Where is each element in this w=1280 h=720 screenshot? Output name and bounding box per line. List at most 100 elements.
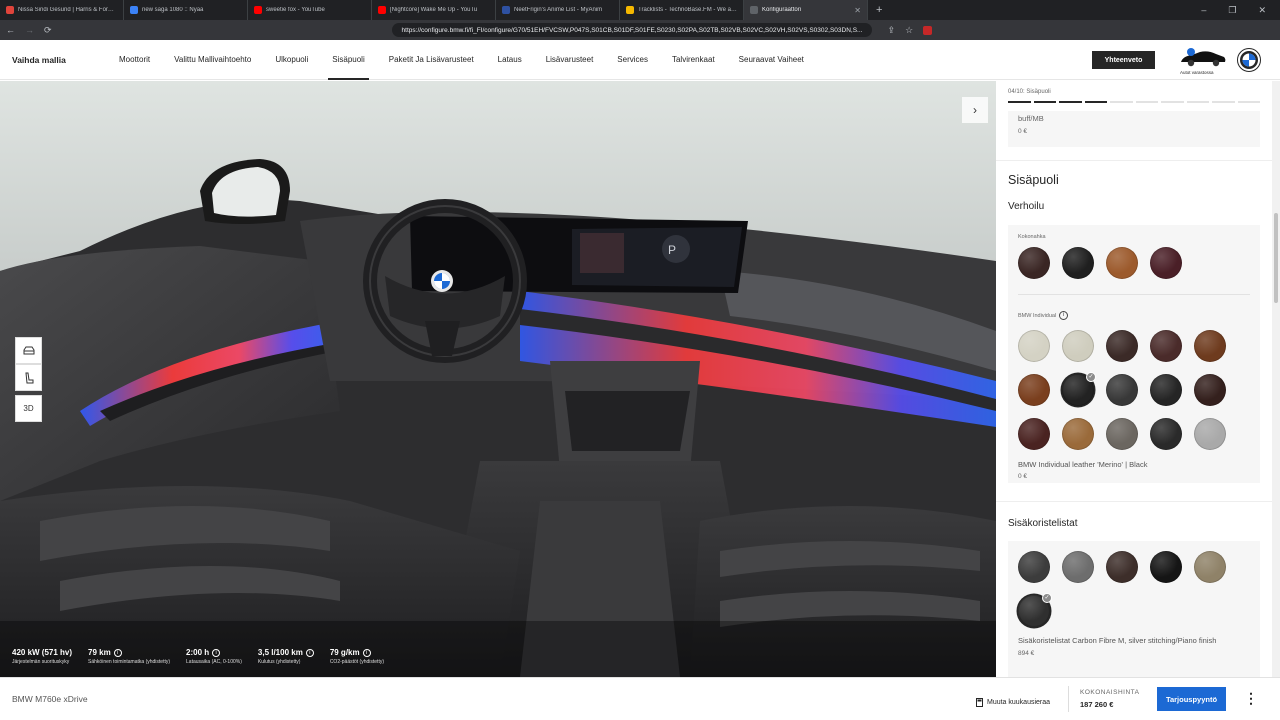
upholstery-swatch[interactable] — [1018, 247, 1050, 279]
nav-item[interactable]: Lataus — [486, 40, 534, 80]
spec-item: 79 km i Sähköinen toimintamatka (yhdistett… — [88, 648, 186, 665]
info-icon[interactable]: i — [362, 648, 371, 657]
selected-check-icon: ✓ — [1086, 372, 1096, 382]
group-label-individual: BMW Individual i — [1018, 311, 1069, 320]
progress-segment — [1008, 101, 1031, 103]
view-3d-button[interactable]: 3D — [15, 395, 42, 422]
browser-tab[interactable]: Nissa Sindi Gesund | Harris & Ford R — [0, 0, 124, 20]
upholstery-swatch[interactable] — [1194, 418, 1226, 450]
view-exterior-button[interactable] — [15, 337, 42, 364]
info-icon[interactable]: i — [212, 648, 221, 657]
minimize-icon[interactable]: – — [1201, 5, 1206, 15]
upholstery-swatch[interactable] — [1106, 418, 1138, 450]
reload-icon[interactable]: ⟳ — [44, 25, 52, 36]
browser-tab[interactable]: new saga 1080 :: Nyaa — [124, 0, 248, 20]
info-icon[interactable]: i — [1059, 311, 1069, 320]
total-price-value: 187 260 € — [1080, 700, 1114, 709]
upholstery-swatch[interactable] — [1018, 330, 1050, 362]
trim-swatch[interactable] — [1018, 551, 1050, 583]
extension-icon[interactable] — [923, 25, 933, 35]
tab-favicon-icon — [378, 6, 386, 14]
upholstery-swatch[interactable] — [1062, 418, 1094, 450]
upholstery-swatch[interactable] — [1106, 374, 1138, 406]
options-panel: 04/10: Sisäpuoli buff/MB 0 € Sisäpuoli V… — [996, 81, 1272, 677]
total-price-label: KOKONAISHINTA — [1080, 689, 1140, 696]
new-tab-button[interactable]: + — [868, 0, 890, 20]
next-view-button[interactable]: › — [962, 97, 988, 123]
nav-item[interactable]: Paketit Ja Lisävarusteet — [377, 40, 486, 80]
close-window-icon[interactable]: ✕ — [1258, 5, 1266, 16]
trim-swatch[interactable]: ✓ — [1018, 593, 1052, 627]
browser-tab[interactable]: NeetFrigin's Anime List - MyAnim — [496, 0, 620, 20]
upholstery-swatch[interactable] — [1150, 374, 1182, 406]
upholstery-swatch[interactable] — [1062, 330, 1094, 362]
tab-favicon-icon — [254, 6, 262, 14]
upholstery-swatch[interactable] — [1018, 374, 1050, 406]
nav-item[interactable]: Talvirenkaat — [660, 40, 727, 80]
trim-swatch[interactable] — [1194, 551, 1226, 583]
upholstery-swatch[interactable]: ✓ — [1062, 372, 1096, 406]
panel-scrollbar-thumb[interactable] — [1274, 213, 1278, 303]
tech-specs: 420 kW (571 hv) Järjestelmän suorituskyky… — [12, 648, 400, 665]
request-offer-button[interactable]: Tarjouspyyntö — [1157, 687, 1226, 711]
tab-favicon-icon — [750, 6, 758, 14]
spec-label: Latausaika (AC, 0-100%) — [186, 659, 242, 665]
upholstery-title: Verhoilu — [1008, 201, 1045, 212]
forward-icon[interactable]: → — [25, 25, 34, 35]
summary-button[interactable]: Yhteenveto — [1092, 51, 1155, 69]
upholstery-swatch[interactable] — [1194, 330, 1226, 362]
trim-swatch[interactable] — [1150, 551, 1182, 583]
change-model-link[interactable]: Vaihda mallia — [12, 55, 107, 65]
more-options-icon[interactable]: ⋮ — [1244, 690, 1258, 707]
browser-tab[interactable]: Tracklists - TechnoBase.FM - We aRe — [620, 0, 744, 20]
back-icon[interactable]: ← — [6, 25, 15, 35]
nav-item[interactable]: Sisäpuoli — [320, 40, 376, 80]
car-interior-view[interactable]: P › 3D — [0, 81, 996, 677]
nav-item[interactable]: Services — [605, 40, 660, 80]
browser-tab[interactable]: [Nightcore] Wake Me Up - YouTu — [372, 0, 496, 20]
nav-item[interactable]: Lisävarusteet — [534, 40, 606, 80]
upholstery-swatch[interactable] — [1018, 418, 1050, 450]
trim-swatch[interactable] — [1062, 551, 1094, 583]
upholstery-swatch[interactable] — [1150, 247, 1182, 279]
share-icon[interactable]: ⇪ — [888, 25, 896, 36]
group-divider — [1018, 294, 1250, 295]
nav-item[interactable]: Valittu Mallivaihtoehto — [162, 40, 263, 80]
info-icon[interactable]: i — [113, 648, 122, 657]
bottom-divider — [1068, 686, 1069, 712]
section-title: Sisäpuoli — [1008, 173, 1059, 187]
tab-title: Tracklists - TechnoBase.FM - We aRe — [638, 7, 737, 13]
panel-scrollbar[interactable] — [1272, 81, 1280, 677]
upholstery-swatch[interactable] — [1150, 330, 1182, 362]
model-name: BMW M760e xDrive — [12, 694, 88, 704]
url-bar[interactable]: https://configure.bmw.fi/fi_FI/configure… — [391, 23, 872, 37]
view-interior-button[interactable] — [15, 364, 42, 391]
trims-title: Sisäkoristelistat — [1008, 518, 1078, 529]
interior-render: P — [0, 81, 996, 677]
browser-tab[interactable]: sweetie fox - YouTube — [248, 0, 372, 20]
info-icon[interactable]: i — [305, 648, 314, 657]
close-tab-icon[interactable]: ✕ — [854, 6, 861, 15]
change-payment-link[interactable]: Muuta kuukausieraa — [976, 698, 1050, 707]
upholstery-swatch[interactable] — [1062, 247, 1094, 279]
cars-in-stock-badge[interactable]: Autot varastossa — [1178, 47, 1228, 75]
upholstery-swatch[interactable] — [1106, 247, 1138, 279]
tab-favicon-icon — [626, 6, 634, 14]
upholstery-swatch[interactable] — [1106, 330, 1138, 362]
upholstery-swatch[interactable] — [1194, 374, 1226, 406]
nav-item[interactable]: Seuraavat Vaiheet — [727, 40, 816, 80]
nav-item[interactable]: Ulkopuoli — [263, 40, 320, 80]
maximize-icon[interactable]: ❐ — [1228, 5, 1236, 16]
bookmark-star-icon[interactable]: ☆ — [905, 25, 913, 36]
previous-selection-card: buff/MB 0 € — [1008, 111, 1260, 147]
tab-title: new saga 1080 :: Nyaa — [142, 7, 204, 13]
bmw-logo-icon[interactable] — [1237, 48, 1261, 72]
svg-text:P: P — [668, 243, 676, 257]
upholstery-swatch[interactable] — [1150, 418, 1182, 450]
nav-item[interactable]: Moottorit — [107, 40, 162, 80]
trim-swatch[interactable] — [1106, 551, 1138, 583]
seat-icon — [24, 372, 33, 383]
tab-title: NeetFrigin's Anime List - MyAnim — [514, 7, 603, 13]
progress-segment — [1212, 101, 1235, 103]
browser-tab[interactable]: Konfiguraattori ✕ — [744, 0, 868, 20]
